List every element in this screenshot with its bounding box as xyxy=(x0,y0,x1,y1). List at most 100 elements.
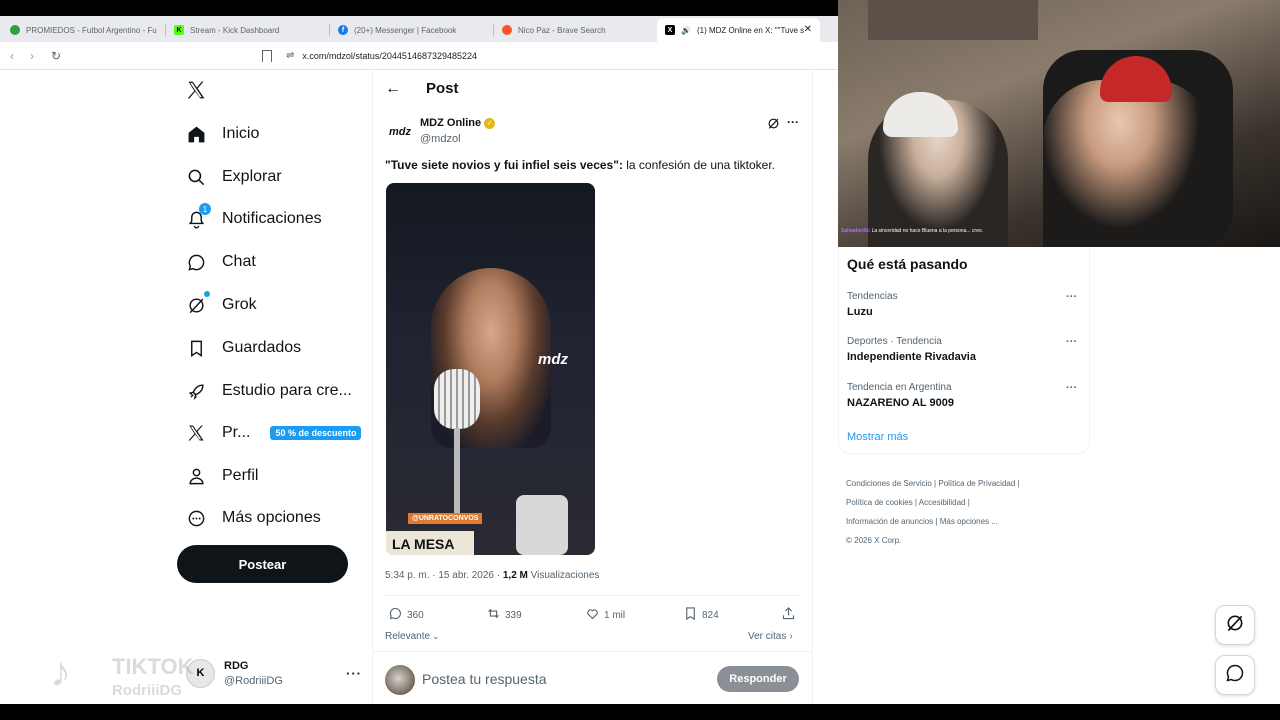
close-tab-icon[interactable]: ✕ xyxy=(804,24,812,35)
sidebar-item-label: Notificaciones xyxy=(222,210,322,227)
heart-icon xyxy=(585,606,600,624)
sidebar-item-label: Estudio para cre... xyxy=(222,382,352,399)
reply-input[interactable]: Postea tu respuesta xyxy=(422,671,702,687)
post-text-quote: "Tuve siete novios y fui infiel seis vec… xyxy=(385,158,623,172)
webcam-shelf xyxy=(868,0,1038,40)
reply-avatar xyxy=(385,665,415,695)
forward-icon[interactable]: › xyxy=(22,49,42,63)
tab-kick[interactable]: K Stream - Kick Dashboard xyxy=(166,18,329,42)
account-handle: @RodriiiDG xyxy=(224,674,283,687)
chat-username: SalvadoriiG xyxy=(841,228,869,234)
sidebar-item-label: Grok xyxy=(222,296,257,313)
chevron-down-icon: ⌄ xyxy=(432,631,440,641)
reply-button[interactable]: Responder xyxy=(717,666,799,692)
share-icon[interactable] xyxy=(781,606,796,626)
trend-item[interactable]: Deportes · Tendencia Independiente Rivad… xyxy=(847,336,976,363)
sidebar-item-perfil[interactable]: Perfil xyxy=(186,466,258,486)
post-video[interactable]: mdz @UNRATOCONVOS LA MESA xyxy=(386,183,595,555)
more-options-icon[interactable]: ··· xyxy=(346,666,362,681)
post-time[interactable]: 5:34 p. m. · 15 abr. 2026 · xyxy=(385,570,503,581)
tab-promiedos[interactable]: PROMIEDOS - Futbol Argentino - Fu xyxy=(2,18,165,42)
bookmark-action[interactable]: 824 xyxy=(683,606,719,624)
footer-link[interactable]: Política de cookies xyxy=(846,498,913,507)
sidebar-item-grok[interactable]: Grok xyxy=(186,291,257,315)
tab-brave-search[interactable]: Nico Paz - Brave Search xyxy=(494,18,657,42)
repost-count: 339 xyxy=(505,609,522,621)
tab-label: Nico Paz - Brave Search xyxy=(518,25,606,35)
sidebar-item-guardados[interactable]: Guardados xyxy=(186,338,301,358)
author-avatar[interactable]: mdz xyxy=(385,117,415,147)
reload-icon[interactable]: ↻ xyxy=(46,49,66,63)
sort-dropdown[interactable]: Relevante ⌄ xyxy=(385,631,440,642)
tab-messenger[interactable]: f (20+) Messenger | Facebook xyxy=(330,18,493,42)
stream-chat-message: SalvadoriiG: La sinceridad no hace Bluen… xyxy=(841,227,991,235)
notification-badge: 1 xyxy=(199,203,211,215)
brave-favicon-icon xyxy=(502,25,512,35)
author-name[interactable]: MDZ Online ✓ xyxy=(420,117,496,129)
account-names: RDG @RodriiiDG xyxy=(224,660,283,687)
view-quotes-label: Ver citas xyxy=(748,631,787,642)
site-info-icon[interactable]: ⇌ xyxy=(286,50,294,61)
footer-link[interactable]: Accesibilidad xyxy=(919,498,966,507)
sidebar-item-explorar[interactable]: Explorar xyxy=(186,167,282,187)
trend-category: Tendencias xyxy=(847,291,898,302)
tab-label: Stream - Kick Dashboard xyxy=(190,25,280,35)
trend-item[interactable]: Tendencias Luzu xyxy=(847,291,898,318)
url-text[interactable]: x.com/mdzol/status/2044514687329485224 xyxy=(302,51,477,61)
sort-label: Relevante xyxy=(385,631,431,642)
sort-divider xyxy=(372,651,812,652)
sidebar-item-label: Pr... xyxy=(222,424,251,441)
trend-name: Independiente Rivadavia xyxy=(847,351,976,363)
browser-tab-bar: PROMIEDOS - Futbol Argentino - Fu K Stre… xyxy=(0,16,838,42)
speaker-icon: 🔊 xyxy=(681,25,691,35)
chat-icon xyxy=(1225,663,1245,688)
tiktok-watermark: ♪ TIKTOK RodriiiDG xyxy=(50,648,220,704)
author-handle[interactable]: @mdzol xyxy=(420,133,461,145)
sidebar-item-notificaciones[interactable]: 1 Notificaciones xyxy=(186,203,322,229)
footer-links: Condiciones de Servicio | Política de Pr… xyxy=(846,473,1086,549)
sidebar-item-label: Inicio xyxy=(222,125,260,142)
grok-fab-button[interactable] xyxy=(1215,605,1255,645)
promiedos-favicon-icon xyxy=(10,25,20,35)
postear-button[interactable]: Postear xyxy=(177,545,348,583)
views-label: Visualizaciones xyxy=(527,570,600,581)
reply-action[interactable]: 360 xyxy=(388,606,424,624)
footer-separator: | xyxy=(965,498,970,507)
footer-link[interactable]: Información de anuncios xyxy=(846,517,933,526)
trend-more-icon[interactable]: ··· xyxy=(1066,382,1077,394)
sidebar-item-premium[interactable]: Pr... 50 % de descuento xyxy=(186,423,362,443)
post-more-icon[interactable]: ··· xyxy=(787,115,799,129)
video-tag: @UNRATOCONVOS xyxy=(408,513,483,524)
back-icon[interactable]: ‹ xyxy=(2,49,22,63)
view-quotes-link[interactable]: Ver citas › xyxy=(748,631,793,642)
footer-link[interactable]: Más opciones ... xyxy=(940,517,998,526)
trend-more-icon[interactable]: ··· xyxy=(1066,336,1077,348)
microphone-icon xyxy=(434,369,480,429)
bookmark-count: 824 xyxy=(702,609,719,621)
trend-item[interactable]: Tendencia en Argentina NAZARENO AL 9009 xyxy=(847,382,954,409)
back-arrow-icon[interactable]: ← xyxy=(385,80,401,98)
repost-action[interactable]: 339 xyxy=(486,606,522,624)
chat-fab-button[interactable] xyxy=(1215,655,1255,695)
footer-link[interactable]: Política de Privacidad xyxy=(938,479,1015,488)
tab-mdz-x[interactable]: X 🔊 (1) MDZ Online en X: ""Tuve s ✕ xyxy=(657,18,820,42)
sidebar-item-inicio[interactable]: Inicio xyxy=(186,124,259,144)
meta-divider xyxy=(385,595,800,596)
show-more-link[interactable]: Mostrar más xyxy=(847,431,908,443)
trend-more-icon[interactable]: ··· xyxy=(1066,291,1077,303)
mic-stand xyxy=(454,428,460,518)
sidebar-item-mas-opciones[interactable]: Más opciones xyxy=(186,508,321,528)
grok-post-icon[interactable] xyxy=(767,117,780,135)
like-action[interactable]: 1 mil xyxy=(585,606,625,624)
page-title: Post xyxy=(426,80,459,97)
footer-link[interactable]: Condiciones de Servicio xyxy=(846,479,932,488)
x-logo-icon[interactable] xyxy=(186,80,206,100)
tab-label: PROMIEDOS - Futbol Argentino - Fu xyxy=(26,25,157,35)
grok-icon xyxy=(186,291,210,315)
sidebar-item-label: Chat xyxy=(222,253,256,270)
bookmark-outline-icon xyxy=(683,606,698,624)
bookmark-page-icon[interactable] xyxy=(262,49,272,62)
account-name: RDG xyxy=(224,659,249,672)
sidebar-item-estudio[interactable]: Estudio para cre... xyxy=(186,381,352,401)
sidebar-item-chat[interactable]: Chat xyxy=(186,252,256,272)
